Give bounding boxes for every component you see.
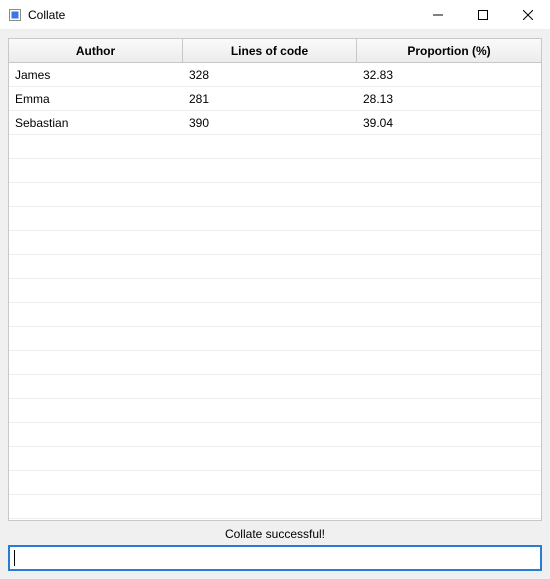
table-row-empty xyxy=(9,183,541,207)
results-table: Author Lines of code Proportion (%) Jame… xyxy=(8,38,542,521)
table-row[interactable]: Sebastian39039.04 xyxy=(9,111,541,135)
table-row[interactable]: Emma28128.13 xyxy=(9,87,541,111)
table-row-empty xyxy=(9,471,541,495)
column-header-lines[interactable]: Lines of code xyxy=(183,39,357,62)
table-row-empty xyxy=(9,351,541,375)
cell-lines: 328 xyxy=(183,63,357,86)
table-row-empty xyxy=(9,135,541,159)
table-row-empty xyxy=(9,423,541,447)
table-row-empty xyxy=(9,495,541,519)
close-button[interactable] xyxy=(505,0,550,29)
table-row-empty xyxy=(9,279,541,303)
table-row-empty xyxy=(9,303,541,327)
titlebar[interactable]: Collate xyxy=(0,0,550,30)
table-row-empty xyxy=(9,207,541,231)
table-row-empty xyxy=(9,255,541,279)
column-header-author[interactable]: Author xyxy=(9,39,183,62)
cell-author: James xyxy=(9,63,183,86)
close-icon xyxy=(523,10,533,20)
minimize-button[interactable] xyxy=(415,0,460,29)
table-row-empty xyxy=(9,231,541,255)
cell-author: Sebastian xyxy=(9,111,183,134)
column-header-proportion[interactable]: Proportion (%) xyxy=(357,39,541,62)
maximize-button[interactable] xyxy=(460,0,505,29)
minimize-icon xyxy=(433,10,443,20)
cell-lines: 281 xyxy=(183,87,357,110)
command-input[interactable] xyxy=(15,551,536,566)
table-body: James32832.83Emma28128.13Sebastian39039.… xyxy=(9,63,541,520)
cell-proportion: 32.83 xyxy=(357,63,541,86)
table-row[interactable]: James32832.83 xyxy=(9,63,541,87)
cell-proportion: 39.04 xyxy=(357,111,541,134)
cell-lines: 390 xyxy=(183,111,357,134)
table-row-empty xyxy=(9,447,541,471)
client-area: Author Lines of code Proportion (%) Jame… xyxy=(0,30,550,579)
status-message: Collate successful! xyxy=(8,525,542,541)
table-row-empty xyxy=(9,399,541,423)
table-row-empty xyxy=(9,159,541,183)
table-header-row: Author Lines of code Proportion (%) xyxy=(9,39,541,63)
table-row-empty xyxy=(9,375,541,399)
cell-proportion: 28.13 xyxy=(357,87,541,110)
maximize-icon xyxy=(478,10,488,20)
application-window: Collate Author Lines of code Proportion … xyxy=(0,0,550,579)
command-input-wrapper[interactable] xyxy=(8,545,542,571)
window-controls xyxy=(415,0,550,29)
app-icon xyxy=(8,8,22,22)
cell-author: Emma xyxy=(9,87,183,110)
window-title: Collate xyxy=(28,8,65,22)
table-row-empty xyxy=(9,327,541,351)
